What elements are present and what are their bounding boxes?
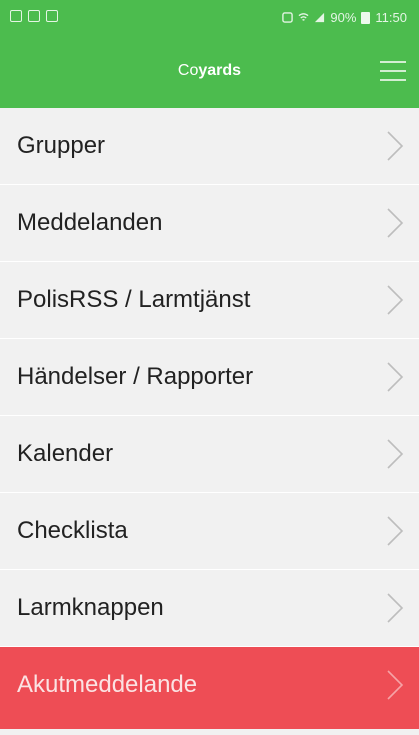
battery-icon [361,11,371,24]
chevron-right-icon [387,208,404,238]
menu-item-meddelanden[interactable]: Meddelanden [0,185,419,262]
app-title: Coyards [0,62,419,80]
app-screen: 90% 11:50 Coyards Grupper Meddelanden Po… [0,0,419,735]
menu-item-akutmeddelande[interactable]: Akutmeddelande [0,647,419,729]
menu-item-label: Händelser / Rapporter [17,363,254,390]
hamburger-icon [380,61,406,63]
status-right: 90% 11:50 [282,10,407,25]
signal-icon [315,12,325,23]
menu-item-kalender[interactable]: Kalender [0,416,419,493]
battery-percent: 90% [330,10,357,25]
status-time: 11:50 [375,10,407,25]
chevron-right-icon [387,362,404,392]
notification-icon [10,10,22,22]
app-title-prefix: Co [177,62,199,79]
hamburger-icon-bar [380,79,406,81]
chevron-right-icon [387,131,404,161]
hamburger-icon-bar [380,70,406,72]
menu-item-label: Grupper [17,132,106,159]
chevron-right-icon [387,516,404,546]
menu-item-checklista[interactable]: Checklista [0,493,419,570]
gallery-icon [46,10,58,22]
chevron-right-icon [387,439,404,469]
menu-item-label: Checklista [17,517,128,544]
menu-list: Grupper Meddelanden PolisRSS / Larmtjäns… [0,108,419,729]
image-icon [28,10,40,22]
chevron-right-icon [387,285,404,315]
chevron-right-icon [387,670,404,700]
status-bar: 90% 11:50 [0,0,419,38]
menu-item-handelser[interactable]: Händelser / Rapporter [0,339,419,416]
status-left-icons [10,10,58,22]
wifi-icon [298,13,309,21]
nfc-icon [282,12,294,23]
chevron-right-icon [387,593,404,623]
menu-item-label: Kalender [17,440,114,467]
menu-item-label: PolisRSS / Larmtjänst [17,286,251,313]
menu-item-polisrss[interactable]: PolisRSS / Larmtjänst [0,262,419,339]
menu-item-label: Akutmeddelande [17,671,198,698]
app-title-suffix: yards [198,62,242,79]
menu-item-label: Larmknappen [17,594,164,621]
hamburger-menu-button[interactable] [380,58,406,84]
menu-item-larmknappen[interactable]: Larmknappen [0,570,419,647]
menu-item-label: Meddelanden [17,209,163,236]
app-header: Coyards [0,38,419,108]
menu-item-grupper[interactable]: Grupper [0,108,419,185]
